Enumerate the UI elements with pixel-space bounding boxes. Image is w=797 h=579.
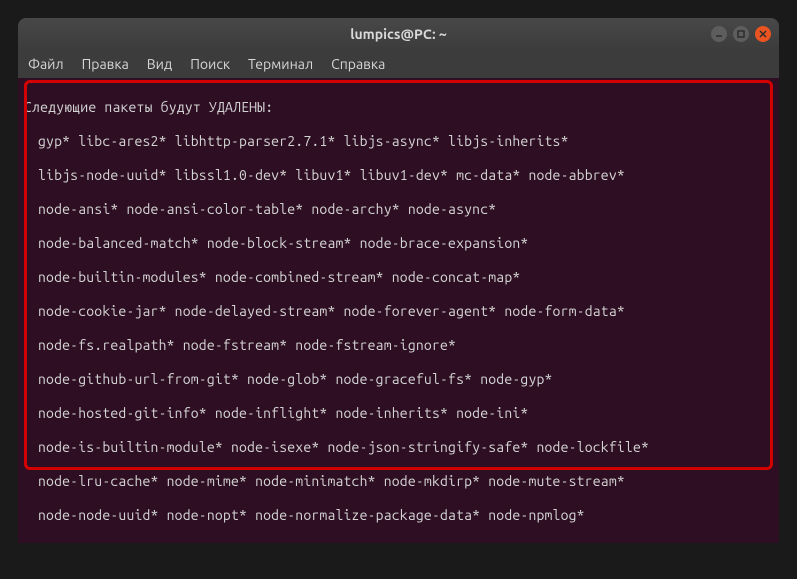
package-list-line: node-balanced-match* node-block-stream* … xyxy=(24,235,773,252)
menubar: Файл Правка Вид Поиск Терминал Справка xyxy=(18,50,779,78)
maximize-button[interactable] xyxy=(733,26,749,42)
menu-search[interactable]: Поиск xyxy=(190,56,230,72)
menu-edit[interactable]: Правка xyxy=(82,56,129,72)
menu-terminal[interactable]: Терминал xyxy=(248,56,313,72)
window-title: lumpics@PC: ~ xyxy=(350,26,447,42)
package-list-line: node-ansi* node-ansi-color-table* node-a… xyxy=(24,201,773,218)
minimize-button[interactable] xyxy=(711,26,727,42)
terminal-output[interactable]: Следующие пакеты будут УДАЛЕНЫ: gyp* lib… xyxy=(18,78,779,543)
close-button[interactable] xyxy=(755,26,771,42)
package-list-line: node-cookie-jar* node-delayed-stream* no… xyxy=(24,303,773,320)
package-list-line: node-fs.realpath* node-fstream* node-fst… xyxy=(24,337,773,354)
package-list-line: node-hosted-git-info* node-inflight* nod… xyxy=(24,405,773,422)
titlebar: lumpics@PC: ~ xyxy=(18,18,779,50)
remove-header: Следующие пакеты будут УДАЛЕНЫ: xyxy=(24,99,773,116)
terminal-window: lumpics@PC: ~ Файл Правка Вид Поиск Терм… xyxy=(18,18,779,543)
package-list-line: node-once* node-osenv* node-path-is-abso… xyxy=(24,541,773,543)
package-list-line: node-builtin-modules* node-combined-stre… xyxy=(24,269,773,286)
package-list-line: node-github-url-from-git* node-glob* nod… xyxy=(24,371,773,388)
package-list-line: node-lru-cache* node-mime* node-minimatc… xyxy=(24,473,773,490)
window-controls xyxy=(711,26,771,42)
package-list-line: gyp* libc-ares2* libhttp-parser2.7.1* li… xyxy=(24,133,773,150)
package-list-line: node-is-builtin-module* node-isexe* node… xyxy=(24,439,773,456)
menu-view[interactable]: Вид xyxy=(147,56,172,72)
package-list-line: libjs-node-uuid* libssl1.0-dev* libuv1* … xyxy=(24,167,773,184)
menu-help[interactable]: Справка xyxy=(331,56,385,72)
package-list-line: node-node-uuid* node-nopt* node-normaliz… xyxy=(24,507,773,524)
menu-file[interactable]: Файл xyxy=(28,56,64,72)
